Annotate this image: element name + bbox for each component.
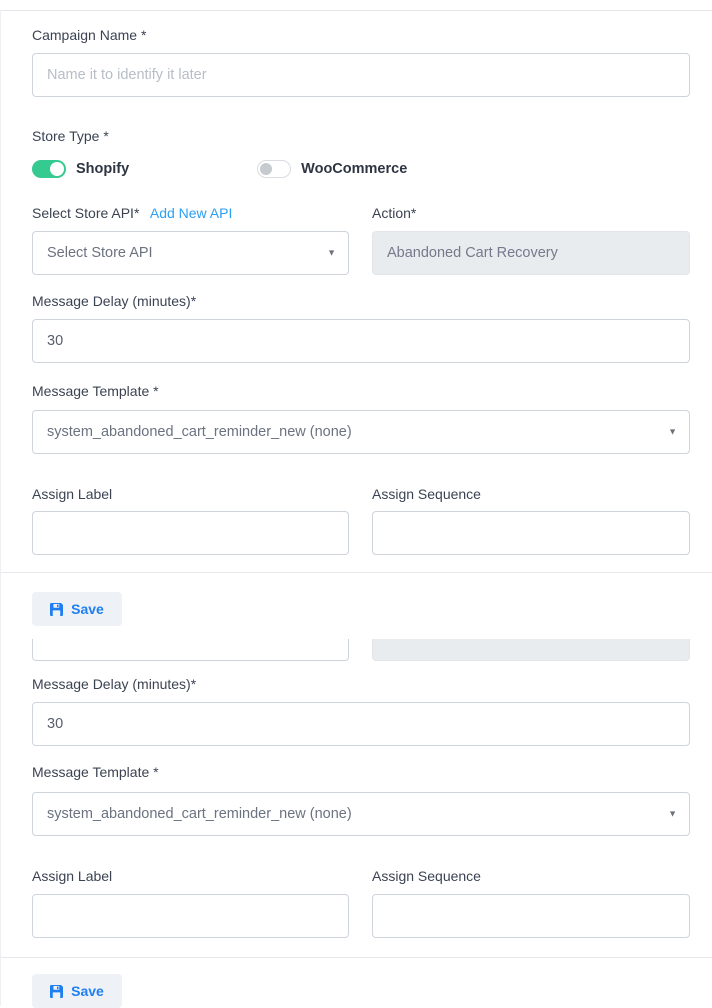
store-type-toggles: Shopify WooCommerce [32, 160, 690, 178]
chevron-down-icon: ▼ [668, 810, 677, 819]
campaign-name-label: Campaign Name * [32, 28, 146, 43]
message-template-label: Message Template * [32, 765, 159, 780]
assign-labels-row: Assign Label Assign Sequence [32, 487, 690, 502]
action-field-clipped [372, 639, 690, 661]
store-api-action-labels: Select Store API* Add New API Action* [32, 205, 690, 223]
message-template-select-value: system_abandoned_cart_reminder_new (none… [47, 806, 352, 822]
assign-sequence-label: Assign Sequence [372, 869, 690, 884]
campaign-form-page: Campaign Name * Store Type * Shopify Woo… [0, 10, 712, 1006]
assign-label-label: Assign Label [32, 487, 349, 502]
message-template-label: Message Template * [32, 384, 159, 399]
form2-footer: Save [1, 958, 712, 1008]
save-button[interactable]: Save [32, 592, 122, 626]
shopify-toggle-label: Shopify [76, 161, 129, 177]
message-template-select-value: system_abandoned_cart_reminder_new (none… [47, 424, 352, 440]
campaign-form-section: Campaign Name * Store Type * Shopify Woo… [1, 11, 712, 555]
campaign-form-section-2: Message Delay (minutes)* Message Templat… [1, 639, 712, 938]
message-template-select-2[interactable]: system_abandoned_cart_reminder_new (none… [32, 792, 690, 836]
assign-label-input-2[interactable] [32, 894, 349, 938]
action-field: Abandoned Cart Recovery [372, 231, 690, 275]
assign-labels-row-2: Assign Label Assign Sequence [32, 869, 690, 884]
assign-sequence-input[interactable] [372, 511, 690, 555]
message-delay-input[interactable] [32, 319, 690, 363]
assign-sequence-label: Assign Sequence [372, 487, 690, 502]
action-label: Action* [372, 206, 416, 221]
assign-label-label: Assign Label [32, 869, 349, 884]
assign-sequence-input-2[interactable] [372, 894, 690, 938]
message-delay-input-2[interactable] [32, 702, 690, 746]
campaign-name-input[interactable] [32, 53, 690, 97]
chevron-down-icon: ▼ [668, 428, 677, 437]
toggle-knob [50, 162, 64, 176]
add-new-api-link[interactable]: Add New API [150, 205, 233, 221]
assign-inputs-row [32, 511, 690, 555]
store-api-select-clipped[interactable] [32, 639, 349, 661]
woocommerce-toggle-label: WooCommerce [301, 161, 407, 177]
action-field-value: Abandoned Cart Recovery [387, 245, 558, 261]
woocommerce-toggle[interactable] [257, 160, 291, 178]
assign-inputs-row-2 [32, 894, 690, 938]
store-api-select[interactable]: Select Store API ▼ [32, 231, 349, 275]
shopify-toggle[interactable] [32, 160, 66, 178]
save-icon [50, 603, 63, 616]
message-template-select[interactable]: system_abandoned_cart_reminder_new (none… [32, 410, 690, 454]
message-delay-label: Message Delay (minutes)* [32, 677, 196, 692]
store-type-label: Store Type * [32, 129, 109, 144]
clipped-inputs-row [32, 639, 690, 661]
store-api-select-value: Select Store API [47, 245, 153, 261]
message-delay-label: Message Delay (minutes)* [32, 294, 196, 309]
store-api-action-row: Select Store API ▼ Abandoned Cart Recove… [32, 231, 690, 275]
assign-label-input[interactable] [32, 511, 349, 555]
save-button-label: Save [71, 601, 104, 617]
form1-footer: Save [1, 573, 712, 626]
toggle-knob [260, 163, 272, 175]
chevron-down-icon: ▼ [327, 249, 336, 258]
save-button-label: Save [71, 983, 104, 999]
save-button-2[interactable]: Save [32, 974, 122, 1008]
store-api-label: Select Store API* [32, 206, 139, 221]
